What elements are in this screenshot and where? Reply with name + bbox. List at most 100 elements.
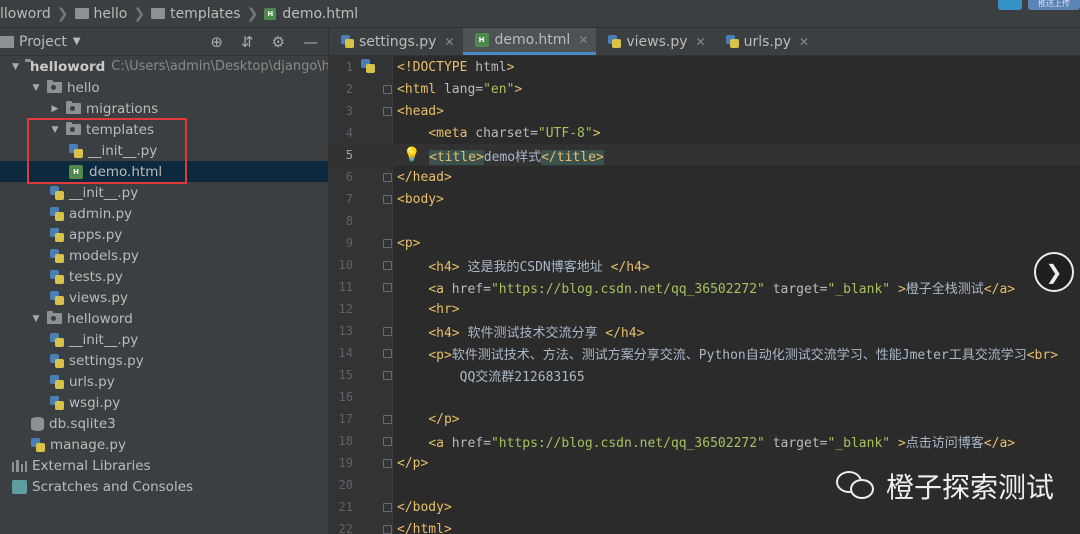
tree-item-label: settings.py [69, 352, 144, 369]
hide-panel-icon[interactable]: — [303, 33, 318, 51]
project-view-selector[interactable]: Project ▼ [0, 34, 81, 50]
code-line[interactable]: 17 </p> [329, 408, 1080, 430]
close-tab-icon[interactable]: ✕ [696, 35, 706, 49]
fold-marker-icon[interactable] [383, 84, 392, 94]
python-file-icon [50, 374, 64, 389]
code-text: <title>demo样式</title> [429, 146, 604, 165]
fold-marker-icon[interactable] [383, 106, 392, 116]
next-arrow-button[interactable]: ❯ [1034, 252, 1074, 292]
code-token: </body> [397, 499, 452, 515]
code-line[interactable]: 14 <p>软件测试技术、方法、测试方案分享交流、Python自动化测试交流学习… [329, 342, 1080, 364]
close-tab-icon[interactable]: ✕ [444, 35, 454, 49]
code-line[interactable]: 4 <meta charset="UTF-8"> [329, 122, 1080, 144]
code-line[interactable]: 12 <hr> [329, 298, 1080, 320]
code-line[interactable]: 13 <h4> 软件测试技术交流分享 </h4> [329, 320, 1080, 342]
push-upload-button[interactable]: 推送上传 [1028, 0, 1080, 10]
code-line[interactable]: 16 [329, 386, 1080, 408]
tab-views-py[interactable]: views.py ✕ [596, 28, 713, 55]
tree-item[interactable]: Hdemo.html [0, 161, 328, 182]
code-token: <h4> [428, 259, 460, 275]
tree-item[interactable]: urls.py [0, 371, 328, 392]
code-line[interactable]: 8 [329, 210, 1080, 232]
code-area[interactable]: 1 <!DOCTYPE html> 2 <html lang="en"> 3 <head>… [329, 56, 1080, 534]
tree-item[interactable]: tests.py [0, 266, 328, 287]
code-text: <meta charset="UTF-8"> [397, 126, 600, 141]
code-line[interactable]: 1 <!DOCTYPE html> [329, 56, 1080, 78]
breadcrumb-templates[interactable]: templates [170, 6, 241, 22]
code-token: <p> [397, 235, 421, 251]
expand-arrow-icon[interactable]: ▼ [12, 62, 19, 72]
code-line[interactable]: 3 <head> [329, 100, 1080, 122]
code-line[interactable]: 18 <a href="https://blog.csdn.net/qq_365… [329, 430, 1080, 452]
tab-label: urls.py [743, 33, 792, 50]
fold-marker-icon[interactable] [383, 282, 392, 292]
expand-arrow-icon[interactable]: ▼ [31, 83, 41, 93]
tree-item[interactable]: wsgi.py [0, 392, 328, 413]
fold-marker-icon[interactable] [383, 370, 392, 380]
tree-item[interactable]: views.py [0, 287, 328, 308]
code-token: "https://blog.csdn.net/qq_36502272" [490, 435, 765, 451]
fold-marker-icon[interactable] [383, 414, 392, 424]
fold-marker-icon[interactable] [383, 238, 392, 248]
fold-marker-icon[interactable] [383, 348, 392, 358]
fold-marker-icon[interactable] [383, 260, 392, 270]
code-line[interactable]: 7 <body> [329, 188, 1080, 210]
tree-item[interactable]: ▶ migrations [0, 98, 328, 119]
tree-item[interactable]: admin.py [0, 203, 328, 224]
code-token: lang= [443, 81, 484, 97]
code-text: QQ交流群212683165 [397, 366, 585, 385]
tree-item[interactable]: __init__.py [0, 329, 328, 350]
code-token: "en" [483, 81, 515, 97]
tab-demo-html[interactable]: Hdemo.html ✕ [462, 28, 597, 55]
lightbulb-icon[interactable]: 💡 [403, 147, 420, 163]
breadcrumb-root[interactable]: lloword [0, 6, 51, 22]
tree-item[interactable]: Scratches and Consoles [0, 476, 328, 497]
code-token: <p> [428, 347, 452, 363]
tab-settings-py[interactable]: settings.py ✕ [329, 28, 463, 55]
tree-item[interactable]: ▼ helloword [0, 308, 328, 329]
close-tab-icon[interactable]: ✕ [578, 33, 588, 47]
close-tab-icon[interactable]: ✕ [799, 35, 809, 49]
code-line[interactable]: 5 💡 <title>demo样式</title> [329, 144, 1080, 166]
tree-item[interactable]: __init__.py [0, 182, 328, 203]
expand-arrow-icon[interactable]: ▼ [50, 125, 60, 135]
tree-item[interactable]: External Libraries [0, 455, 328, 476]
breadcrumb-hello[interactable]: hello [94, 6, 128, 22]
fold-marker-icon[interactable] [383, 524, 392, 534]
fold-marker-icon[interactable] [383, 436, 392, 446]
tree-item[interactable]: db.sqlite3 [0, 413, 328, 434]
breadcrumb-demo-html[interactable]: demo.html [282, 6, 358, 22]
plugin-badge[interactable] [998, 0, 1022, 10]
fold-marker-icon[interactable] [383, 458, 392, 468]
collapse-all-icon[interactable]: ⇵ [241, 33, 254, 51]
code-line[interactable]: 15 QQ交流群212683165 [329, 364, 1080, 386]
watermark-text: 橙子探索测试 [886, 471, 1055, 504]
tree-item[interactable]: __init__.py [0, 140, 328, 161]
expand-arrow-icon[interactable]: ▼ [31, 314, 41, 324]
code-line[interactable]: 11 <a href="https://blog.csdn.net/qq_365… [329, 276, 1080, 298]
collapse-arrow-icon[interactable]: ▶ [50, 104, 60, 114]
code-line[interactable]: 6 </head> [329, 166, 1080, 188]
tree-item[interactable]: models.py [0, 245, 328, 266]
tree-item[interactable]: apps.py [0, 224, 328, 245]
tree-item[interactable]: ▼ helloword C:\Users\admin\Desktop\django\… [0, 56, 353, 77]
tree-item[interactable]: settings.py [0, 350, 328, 371]
code-line[interactable]: 10 <h4> 这是我的CSDN博客地址 </h4> [329, 254, 1080, 276]
tab-urls-py[interactable]: urls.py ✕ [714, 28, 818, 55]
tree-item[interactable]: ▼ hello [0, 77, 328, 98]
code-line[interactable]: 2 <html lang="en"> [329, 78, 1080, 100]
code-line[interactable]: 9 <p> [329, 232, 1080, 254]
tree-item-label: __init__.py [88, 142, 158, 159]
tree-item[interactable]: ▼ templates [0, 119, 328, 140]
code-line[interactable]: 22 </html> [329, 518, 1080, 534]
fold-marker-icon[interactable] [383, 326, 392, 336]
settings-gear-icon[interactable]: ⚙ [272, 33, 285, 51]
code-token: <html [397, 81, 444, 97]
code-text: </p> [397, 456, 428, 471]
locate-file-icon[interactable]: ⊕ [210, 33, 223, 51]
fold-marker-icon[interactable] [383, 172, 392, 182]
tree-item-label: helloword [29, 58, 106, 75]
fold-marker-icon[interactable] [383, 194, 392, 204]
fold-marker-icon[interactable] [383, 502, 392, 512]
tree-item[interactable]: manage.py [0, 434, 328, 455]
